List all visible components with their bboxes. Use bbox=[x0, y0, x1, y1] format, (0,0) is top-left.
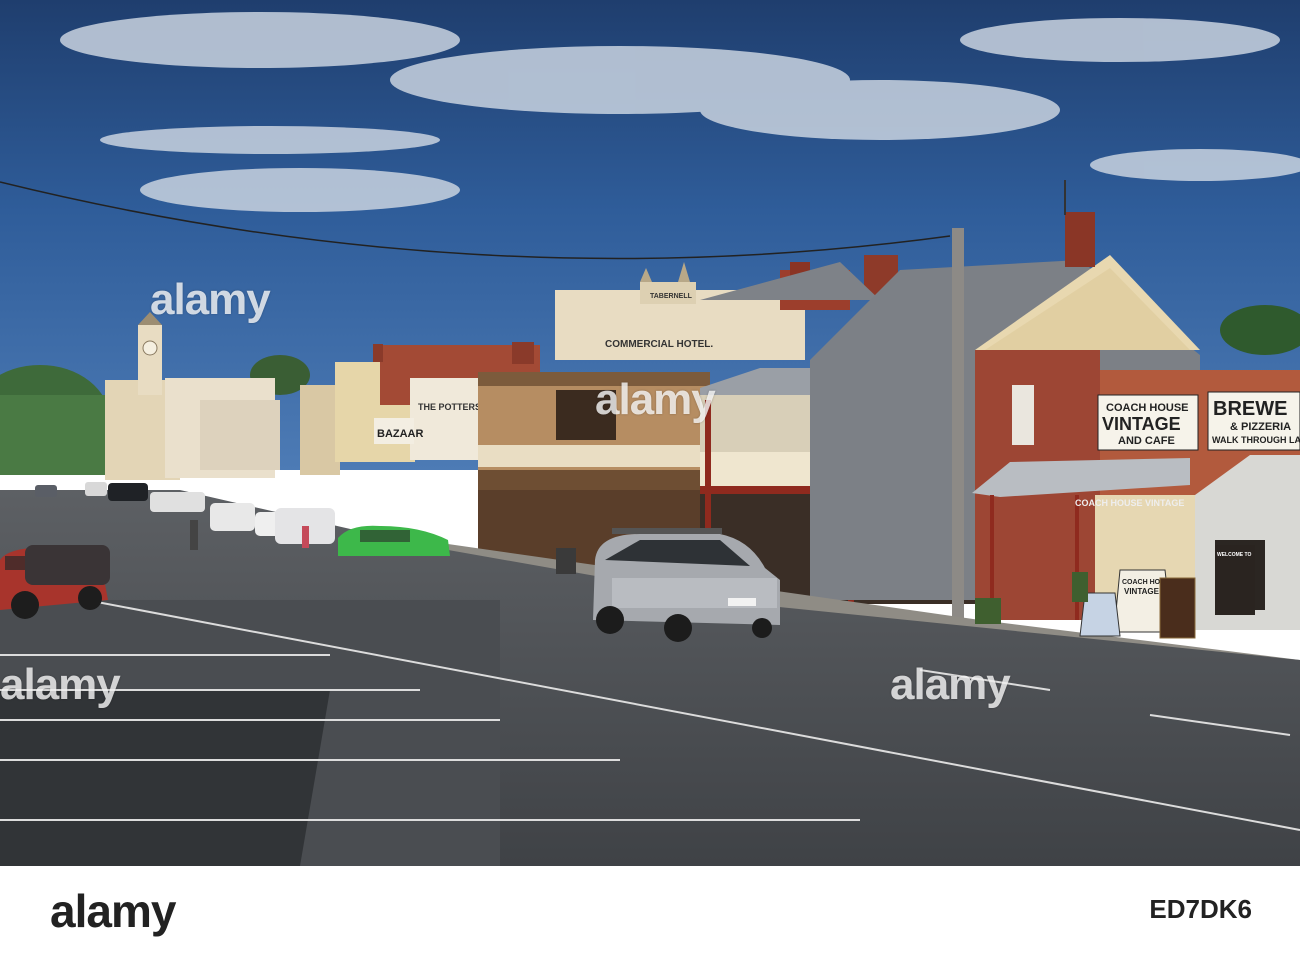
brewery-line1: BREWE bbox=[1213, 398, 1287, 420]
watermark: alamy bbox=[0, 660, 121, 709]
brown-aframe bbox=[1159, 577, 1196, 639]
coach-house-sign-board: COACH HOUSE VINTAGE AND CAFE bbox=[1097, 394, 1199, 451]
brewery-line2: & PIZZERIA bbox=[1230, 421, 1291, 433]
watermark: alamy bbox=[150, 275, 271, 324]
dark-car bbox=[25, 545, 110, 585]
watermark: alamy bbox=[890, 660, 1011, 709]
aframe-line2: VINTAGE bbox=[1124, 587, 1160, 596]
commercial-hotel-sign: COMMERCIAL HOTEL. bbox=[605, 339, 713, 350]
potters-sign: THE POTTERS bbox=[418, 402, 481, 412]
street-photo: THE POTTERS BAZAAR TABERNELL COMMERCIAL … bbox=[0, 0, 1300, 866]
building-potters: THE POTTERS bbox=[410, 378, 485, 460]
image-id: ED7DK6 bbox=[1149, 894, 1252, 924]
tv-antenna bbox=[1064, 180, 1066, 215]
coach-house-line2: VINTAGE bbox=[1102, 414, 1181, 434]
footer-bar: alamy ED7DK6 bbox=[0, 866, 1300, 956]
pedestrian bbox=[190, 520, 198, 550]
potted-plant bbox=[975, 598, 1001, 624]
building-ornate bbox=[200, 400, 280, 470]
coach-house-line1: COACH HOUSE bbox=[1106, 402, 1189, 414]
utility-pole bbox=[952, 228, 964, 628]
footer-logo: alamy bbox=[50, 885, 176, 937]
board-welcome: WELCOME TO bbox=[1217, 552, 1251, 558]
building-shadow bbox=[0, 690, 330, 866]
pedestrian-2 bbox=[302, 526, 309, 548]
watermark: alamy bbox=[595, 375, 716, 424]
bazaar-sign: BAZAAR bbox=[377, 428, 423, 440]
pavement-board bbox=[556, 548, 576, 574]
building-tan bbox=[300, 385, 340, 475]
potted-plant-2 bbox=[1072, 572, 1088, 602]
tabernell-sign: TABERNELL bbox=[650, 293, 693, 300]
verandah-sign: COACH HOUSE VINTAGE bbox=[1075, 498, 1184, 508]
brewery-line3: WALK THROUGH LAN bbox=[1212, 435, 1300, 445]
menu-board: WELCOME TO bbox=[1215, 545, 1255, 615]
brewery-sign-board: BREWE & PIZZERIA WALK THROUGH LAN bbox=[1207, 391, 1300, 451]
coach-house-line3: AND CAFE bbox=[1118, 435, 1175, 447]
